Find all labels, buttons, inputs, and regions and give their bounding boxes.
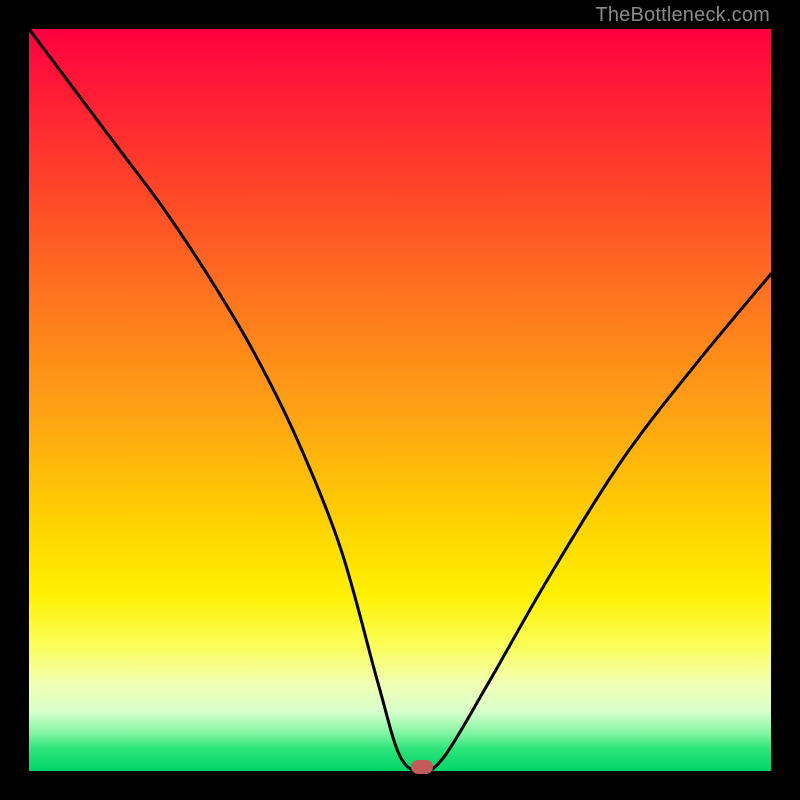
chart-frame: TheBottleneck.com (0, 0, 800, 800)
optimal-point-marker (411, 760, 433, 774)
plot-area (29, 29, 771, 771)
watermark-text: TheBottleneck.com (595, 4, 770, 27)
bottleneck-curve (29, 29, 771, 771)
